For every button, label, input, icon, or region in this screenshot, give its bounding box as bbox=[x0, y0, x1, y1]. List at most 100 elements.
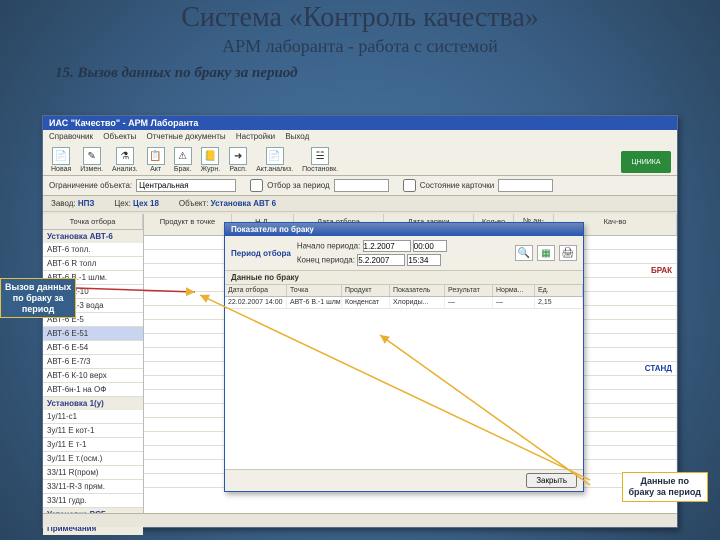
app-window: ИАС "Качество" - АРМ Лаборанта Справочни… bbox=[42, 115, 678, 528]
toolbar-act[interactable]: 📋Акт bbox=[147, 147, 165, 173]
tree-item[interactable]: 33/11-R-3 прям. bbox=[43, 480, 143, 494]
doc2-icon: 📄 bbox=[266, 147, 284, 165]
menu-item[interactable]: Отчетные документы bbox=[146, 132, 225, 141]
book-icon: 📒 bbox=[201, 147, 219, 165]
grid-panel: Продукт в точке Н.Д. Дата отбора Дата за… bbox=[143, 214, 677, 513]
menu-item[interactable]: Настройки bbox=[236, 132, 275, 141]
menu-item[interactable]: Справочник bbox=[49, 132, 93, 141]
page-icon: 📄 bbox=[52, 147, 70, 165]
period-checkbox[interactable] bbox=[250, 179, 263, 192]
tree-item[interactable]: АВТ-6 R топл bbox=[43, 257, 143, 271]
state-input[interactable] bbox=[498, 179, 553, 192]
period-input[interactable] bbox=[334, 179, 389, 192]
section-header: Установка АВТ-6 bbox=[43, 230, 143, 243]
pcol: Точка bbox=[287, 285, 342, 296]
warn-icon: ⚠ bbox=[174, 147, 192, 165]
btn-label: Акт bbox=[150, 166, 161, 173]
excel-icon[interactable]: ▦ bbox=[537, 245, 555, 261]
popup-toolbar: 🔍 ▦ 🖨 bbox=[515, 245, 577, 261]
arrow-icon: ➜ bbox=[229, 147, 247, 165]
popup-period-label: Период отбора bbox=[231, 249, 291, 258]
section-header: Установка 1(у) bbox=[43, 397, 143, 410]
plant-value: НПЗ bbox=[78, 199, 95, 208]
defect-popup: Показатели по браку Период отбора Начало… bbox=[224, 222, 584, 492]
object-label: Объект: bbox=[179, 199, 208, 208]
menu-item[interactable]: Объекты bbox=[103, 132, 136, 141]
btn-label: Брак. bbox=[174, 166, 191, 173]
object-value: Установка АВТ 6 bbox=[211, 199, 276, 208]
filter-input[interactable] bbox=[136, 179, 236, 192]
print-icon[interactable]: 🖨 bbox=[559, 245, 577, 261]
pcol: Показатель bbox=[390, 285, 445, 296]
slide-caption: 15. Вызов данных по браку за период bbox=[0, 57, 720, 86]
from-date-input[interactable] bbox=[363, 240, 411, 252]
pcol: Дата отбора bbox=[225, 285, 287, 296]
main-area: Точка отбора Установка АВТ-6 АВТ-6 топл.… bbox=[43, 214, 677, 513]
cell: — bbox=[493, 297, 535, 308]
list-icon: ☱ bbox=[311, 147, 329, 165]
pcol: Продукт bbox=[342, 285, 390, 296]
tree-item[interactable]: АВТ-6 E-54 bbox=[43, 341, 143, 355]
workshop-value: Цех 18 bbox=[133, 199, 159, 208]
cell: — bbox=[445, 297, 493, 308]
tree-item[interactable]: АВТ-6 топл. bbox=[43, 243, 143, 257]
from-label: Начало периода: bbox=[297, 242, 360, 251]
window-title: ИАС "Качество" - АРМ Лаборанта bbox=[43, 116, 677, 130]
tree-item[interactable]: АВТ-6 E-51 bbox=[43, 327, 143, 341]
context-bar: Завод: НПЗ Цех: Цех 18 Объект: Установка… bbox=[43, 196, 677, 212]
tree-item[interactable]: 3у/11 Е кот-1 bbox=[43, 424, 143, 438]
toolbar-defect[interactable]: ⚠Брак. bbox=[174, 147, 192, 173]
close-button[interactable]: Закрыть bbox=[526, 473, 577, 488]
toolbar-edit[interactable]: ✎Измен. bbox=[80, 147, 103, 173]
tree-item[interactable]: 3у/11 Е т.(осм.) bbox=[43, 452, 143, 466]
toolbar-journal[interactable]: 📒Журн. bbox=[201, 147, 221, 173]
cell: Хлориды... bbox=[390, 297, 445, 308]
to-time-input[interactable] bbox=[407, 254, 441, 266]
chk-label: Состояние карточки bbox=[420, 181, 495, 190]
tree-item[interactable]: 1у/11-с1 bbox=[43, 410, 143, 424]
edit-icon: ✎ bbox=[83, 147, 101, 165]
callout-left: Вызов данных по браку за период bbox=[0, 278, 76, 318]
search-bar: Ограничение объекта: Отбор за период Сос… bbox=[43, 176, 677, 196]
menu-item[interactable]: Выход bbox=[285, 132, 309, 141]
cell: Конденсат bbox=[342, 297, 390, 308]
tree-item[interactable]: 33/11 R(пром) bbox=[43, 466, 143, 480]
slide-title: Система «Контроль качества» bbox=[0, 0, 720, 34]
tree-item[interactable]: 3у/11 Е т-1 bbox=[43, 438, 143, 452]
toolbar-new[interactable]: 📄Новая bbox=[51, 147, 71, 173]
btn-label: Расп. bbox=[229, 166, 247, 173]
state-checkbox[interactable] bbox=[403, 179, 416, 192]
btn-label: Измен. bbox=[80, 166, 103, 173]
btn-label: Журн. bbox=[201, 166, 221, 173]
tree-item[interactable]: 33/11 гудр. bbox=[43, 494, 143, 508]
tree-item[interactable]: АВТ-6 К-10 верх bbox=[43, 369, 143, 383]
workshop-label: Цех: bbox=[114, 199, 130, 208]
popup-body: 22.02.2007 14:00 АВТ-6 В.-1 шлм. Конденс… bbox=[225, 297, 583, 469]
search-icon[interactable]: 🔍 bbox=[515, 245, 533, 261]
plant-label: Завод: bbox=[51, 199, 76, 208]
col-header: Точка отбора bbox=[43, 214, 143, 229]
toolbar-analysis[interactable]: ⚗Анализ. bbox=[112, 147, 138, 173]
brand-logo: ЦНИИКА bbox=[621, 151, 671, 173]
btn-label: Анализ. bbox=[112, 166, 138, 173]
popup-form: Период отбора Начало периода: Конец пери… bbox=[225, 236, 583, 271]
toolbar-dispatch[interactable]: ➜Расп. bbox=[229, 147, 247, 173]
tree-item[interactable]: АВТ-6н-1 на ОФ bbox=[43, 383, 143, 397]
popup-section: Данные по браку bbox=[225, 271, 583, 285]
popup-row[interactable]: 22.02.2007 14:00 АВТ-6 В.-1 шлм. Конденс… bbox=[225, 297, 583, 309]
filter-label: Ограничение объекта: bbox=[49, 181, 132, 190]
status-bar bbox=[43, 513, 677, 527]
callout-right: Данные по браку за период bbox=[622, 472, 709, 502]
to-date-input[interactable] bbox=[357, 254, 405, 266]
slide-subtitle: АРМ лаборанта - работа с системой bbox=[0, 34, 720, 57]
toolbar-postanov[interactable]: ☱Постановк. bbox=[302, 147, 338, 173]
pcol: Норма... bbox=[493, 285, 535, 296]
pcol: Результат bbox=[445, 285, 493, 296]
cell: 2,15 bbox=[535, 297, 583, 308]
col-header: Продукт в точке bbox=[144, 214, 232, 235]
from-time-input[interactable] bbox=[413, 240, 447, 252]
btn-label: Постановк. bbox=[302, 166, 338, 173]
tree-item[interactable]: АВТ-6 E-7/3 bbox=[43, 355, 143, 369]
toolbar-act-analysis[interactable]: 📄Акт.анализ. bbox=[256, 147, 293, 173]
tree-panel: Точка отбора Установка АВТ-6 АВТ-6 топл.… bbox=[43, 214, 143, 513]
